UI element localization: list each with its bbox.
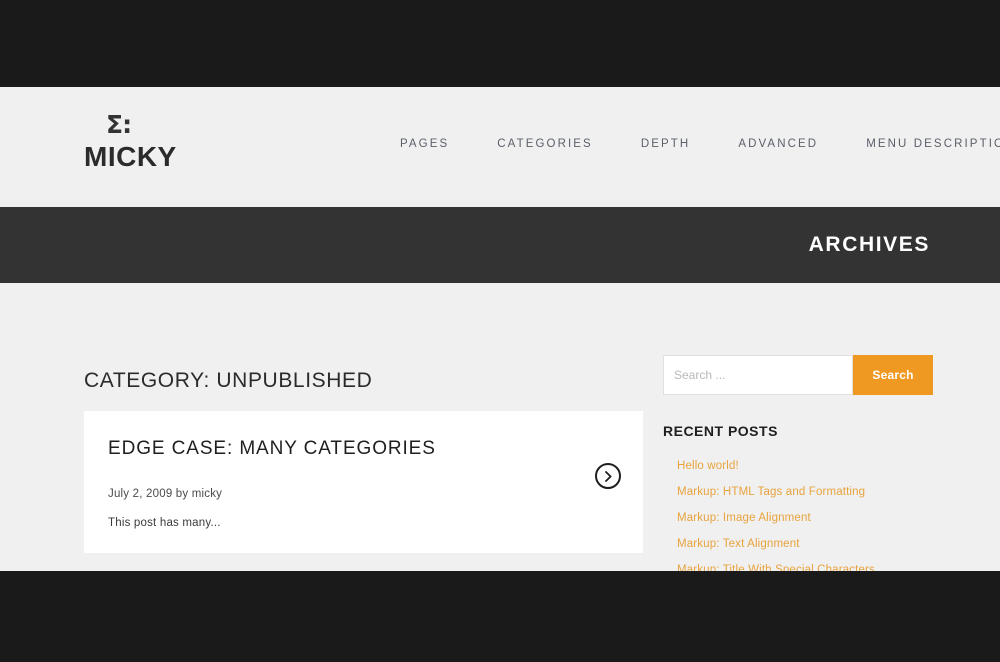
list-item: Markup: Image Alignment	[677, 508, 933, 526]
post-excerpt: This post has many...	[108, 516, 221, 529]
list-item: Markup: HTML Tags and Formatting	[677, 482, 933, 500]
recent-post-link[interactable]: Hello world!	[677, 460, 739, 472]
content-area: CATEGORY: UNPUBLISHED EDGE CASE: MANY CA…	[0, 283, 1000, 576]
nav-item-pages[interactable]: PAGES	[400, 138, 449, 150]
site-footer	[0, 571, 1000, 662]
post-meta: July 2, 2009 by micky	[108, 487, 223, 500]
search-form: Search	[663, 355, 933, 395]
primary-navigation: PAGES CATEGORIES DEPTH ADVANCED MENU DES…	[400, 134, 1000, 154]
top-black-bar	[0, 0, 1000, 87]
search-input[interactable]	[663, 355, 853, 395]
page-root: Σ: MICKY PAGES CATEGORIES DEPTH ADVANCED…	[0, 0, 1000, 662]
recent-post-link[interactable]: Markup: HTML Tags and Formatting	[677, 486, 865, 498]
list-item: Hello world!	[677, 456, 933, 474]
site-header: Σ: MICKY PAGES CATEGORIES DEPTH ADVANCED…	[0, 87, 1000, 207]
recent-posts-list: Hello world! Markup: HTML Tags and Forma…	[663, 456, 933, 578]
recent-post-link[interactable]: Markup: Text Alignment	[677, 538, 800, 550]
post-title[interactable]: EDGE CASE: MANY CATEGORIES	[108, 437, 619, 462]
site-title: MICKY	[84, 141, 177, 172]
sidebar: Search RECENT POSTS Hello world! Markup:…	[663, 283, 933, 586]
main-column: CATEGORY: UNPUBLISHED EDGE CASE: MANY CA…	[84, 283, 644, 553]
banner-title: ARCHIVES	[808, 233, 930, 256]
search-button[interactable]: Search	[853, 355, 933, 395]
site-logo[interactable]: Σ: MICKY	[84, 112, 314, 174]
recent-post-link[interactable]: Markup: Image Alignment	[677, 512, 811, 524]
post-card[interactable]: EDGE CASE: MANY CATEGORIES July 2, 2009 …	[84, 411, 643, 553]
nav-item-advanced[interactable]: ADVANCED	[738, 138, 818, 150]
nav-item-categories[interactable]: CATEGORIES	[497, 138, 593, 150]
nav-item-depth[interactable]: DEPTH	[641, 138, 690, 150]
archives-banner: ARCHIVES	[0, 207, 1000, 283]
nav-item-menu-description[interactable]: MENU DESCRIPTION	[866, 138, 1000, 150]
chevron-right-circle-icon[interactable]	[595, 463, 621, 489]
recent-posts-title: RECENT POSTS	[663, 423, 778, 439]
list-item: Markup: Text Alignment	[677, 534, 933, 552]
category-heading: CATEGORY: UNPUBLISHED	[84, 369, 373, 392]
sigma-logo-icon: Σ:	[106, 110, 132, 139]
